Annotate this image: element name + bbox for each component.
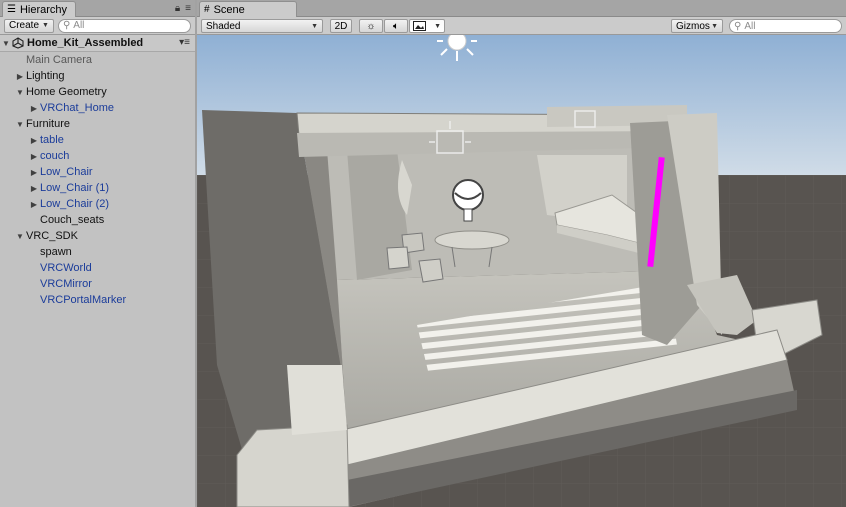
chevron-down-icon: ▼ — [311, 22, 318, 30]
scene-search[interactable]: ⚲ — [729, 19, 842, 33]
grid-icon: # — [204, 4, 210, 15]
hierarchy-row[interactable]: ▼ Home Geometry — [0, 84, 195, 100]
hierarchy-row[interactable]: VRCMirror — [0, 276, 195, 292]
chevron-down-icon: ▼ — [711, 22, 718, 30]
image-icon — [413, 21, 426, 31]
hierarchy-tree: ▼ Home_Kit_Assembled ▾≡ Main Camera ▶ Ligh… — [0, 35, 195, 308]
left-corner-block — [236, 424, 350, 507]
expand-arrow-icon[interactable]: ▼ — [14, 88, 26, 97]
hierarchy-row[interactable]: ▶ VRChat_Home — [0, 100, 195, 116]
hierarchy-item-label: VRCMirror — [40, 278, 92, 290]
expand-arrow-icon[interactable]: ▼ — [14, 120, 26, 129]
hierarchy-item-label: Main Camera — [26, 54, 93, 66]
scene-tab-bar: # Scene — [197, 0, 846, 17]
hierarchy-item-label: Low_Chair (2) — [40, 198, 110, 210]
tab-hierarchy[interactable]: ☰ Hierarchy — [2, 1, 76, 17]
hierarchy-row[interactable]: spawn — [0, 244, 195, 260]
expand-arrow-icon[interactable]: ▶ — [28, 184, 40, 193]
scene-panel: # Scene Shaded ▼ 2D ☼ 🔈︎ ▼ Gizmos ▼ ⚲ Al… — [197, 0, 846, 507]
expand-arrow-icon[interactable]: ▶ — [28, 104, 40, 113]
hierarchy-row[interactable]: ▶ Low_Chair — [0, 164, 195, 180]
hierarchy-row[interactable]: VRCWorld — [0, 260, 195, 276]
list-icon: ☰ — [7, 4, 16, 15]
hierarchy-item-label: VRCWorld — [40, 262, 92, 274]
scene-root-row[interactable]: ▼ Home_Kit_Assembled ▾≡ — [0, 35, 195, 52]
scene-menu-icon[interactable]: ▾≡ — [179, 37, 190, 48]
hierarchy-item-label: spawn — [40, 246, 72, 258]
tab-hierarchy-label: Hierarchy — [19, 4, 68, 16]
hierarchy-item-label: VRCPortalMarker — [40, 294, 127, 306]
hierarchy-row[interactable]: VRCPortalMarker — [0, 292, 195, 308]
menu-icon[interactable]: ≡ — [185, 3, 191, 14]
2d-toggle-label: 2D — [334, 20, 348, 32]
chevron-down-icon: ▼ — [434, 22, 441, 30]
audio-toggle-button[interactable]: 🔈︎ — [384, 19, 408, 33]
gizmos-dropdown[interactable]: Gizmos ▼ — [671, 19, 723, 33]
hierarchy-item-label: Couch_seats — [40, 214, 105, 226]
hierarchy-tab-bar: ☰ Hierarchy 🔒︎ ≡ — [0, 0, 195, 17]
hierarchy-items: Main Camera ▶ Lighting ▼ Home Geometry ▶ VRCha… — [0, 52, 195, 308]
effects-dropdown[interactable]: ▼ — [409, 19, 445, 33]
hierarchy-item-label: Lighting — [26, 70, 65, 82]
scene-search-input[interactable] — [744, 20, 837, 32]
hierarchy-row[interactable]: ▶ table — [0, 132, 195, 148]
hierarchy-item-label: table — [40, 134, 64, 146]
scene-viewport[interactable] — [197, 35, 846, 507]
hierarchy-item-label: VRC_SDK — [26, 230, 78, 242]
gizmos-label: Gizmos — [676, 20, 710, 32]
hierarchy-row[interactable]: ▶ Lighting — [0, 68, 195, 84]
hierarchy-item-label: Low_Chair (1) — [40, 182, 110, 194]
hierarchy-panel: ☰ Hierarchy 🔒︎ ≡ Create ▼ ⚲ ▼ Home_Kit_A… — [0, 0, 195, 507]
hierarchy-item-label: VRChat_Home — [40, 102, 114, 114]
scene-toolbar: Shaded ▼ 2D ☼ 🔈︎ ▼ Gizmos ▼ ⚲ — [197, 17, 846, 35]
expand-arrow-icon[interactable]: ▶ — [28, 168, 40, 177]
hierarchy-row[interactable]: Main Camera — [0, 52, 195, 68]
expand-arrow-icon[interactable]: ▼ — [14, 232, 26, 241]
hierarchy-item-label: Furniture — [26, 118, 71, 130]
lock-icon[interactable]: 🔒︎ — [175, 3, 180, 14]
create-label: Create — [9, 20, 40, 31]
hierarchy-row[interactable]: ▼ Furniture — [0, 116, 195, 132]
unity-logo-icon — [12, 37, 24, 49]
hierarchy-row[interactable]: Couch_seats — [0, 212, 195, 228]
scene-render — [197, 35, 846, 507]
shading-mode-label: Shaded — [206, 20, 241, 32]
tab-scene[interactable]: # Scene — [199, 1, 297, 17]
left-corner-top — [287, 365, 347, 435]
2d-toggle-button[interactable]: 2D — [330, 19, 352, 33]
hierarchy-row[interactable]: ▶ Low_Chair (2) — [0, 196, 195, 212]
hierarchy-search-input[interactable] — [73, 20, 186, 31]
chevron-down-icon: ▼ — [42, 22, 49, 29]
expand-arrow-icon[interactable]: ▶ — [28, 200, 40, 209]
hierarchy-item-label: couch — [40, 150, 70, 162]
lighting-toggle-button[interactable]: ☼ — [359, 19, 383, 33]
expand-arrow-icon[interactable]: ▼ — [0, 39, 12, 48]
expand-arrow-icon[interactable]: ▶ — [28, 152, 40, 161]
hierarchy-search[interactable]: ⚲ — [57, 18, 191, 33]
tab-scene-label: Scene — [213, 4, 245, 16]
hierarchy-item-label: Home Geometry — [26, 86, 107, 98]
expand-arrow-icon[interactable]: ▶ — [14, 72, 26, 81]
hierarchy-row[interactable]: ▶ couch — [0, 148, 195, 164]
speaker-icon: 🔈︎ — [393, 20, 399, 32]
magnifier-icon: ⚲ — [734, 20, 742, 32]
scene-name: Home_Kit_Assembled — [27, 37, 144, 49]
sun-icon: ☼ — [366, 20, 376, 32]
hierarchy-toolbar: Create ▼ ⚲ — [0, 17, 195, 35]
panel-controls: 🔒︎ ≡ — [175, 3, 191, 14]
shading-mode-dropdown[interactable]: Shaded ▼ — [201, 19, 323, 33]
hierarchy-row[interactable]: ▼ VRC_SDK — [0, 228, 195, 244]
magnifier-icon: ⚲ — [62, 20, 71, 31]
hierarchy-item-label: Low_Chair — [40, 166, 93, 178]
expand-arrow-icon[interactable]: ▶ — [28, 136, 40, 145]
create-dropdown[interactable]: Create ▼ — [4, 18, 54, 33]
hierarchy-row[interactable]: ▶ Low_Chair (1) — [0, 180, 195, 196]
